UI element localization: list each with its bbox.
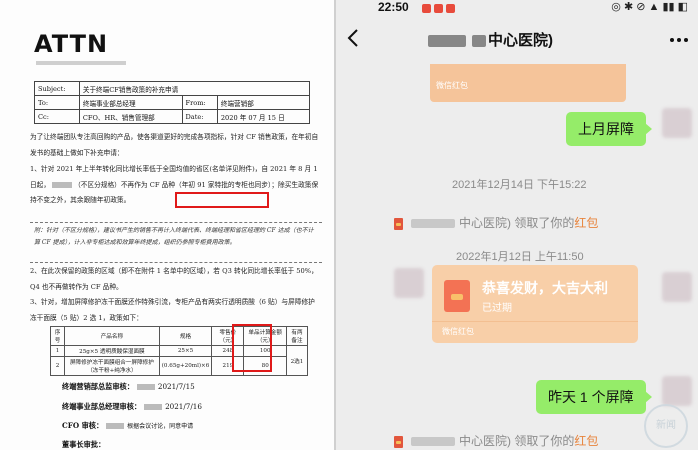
system-status-icons: ◎ ✱ ⊘ ▲ ▮▮ ◧ [611,1,688,13]
item2-paragraph: 2、在此次保留的政策的区域（即不在附件 1 名单中的区域），若 Q3 转化同比增… [30,267,318,291]
redacted-name [428,35,466,48]
red-packet-icon [394,435,403,448]
sent-message-bubble[interactable]: 昨天 1 个屏障 [536,380,652,414]
redacted-signature [136,384,155,390]
chat-title-text: 中心医院) [488,32,553,49]
system-message-redpacket-received: 中心医院) 领取了你的红包 [394,214,598,231]
red-packet-footer-label: 微信红包 [436,81,468,90]
logo-subtitle-redacted [36,61,126,65]
status-time: 22:50 [378,0,409,14]
table-cell: 25×5 [158,345,213,357]
to-label: To: [34,95,80,110]
sign-chairman: 董事长审批： [62,440,105,450]
cc-value: CFO、HR、销售管理部 [78,109,183,124]
contact-avatar[interactable] [394,268,424,298]
sign2-date: 2021/7/16 [165,402,202,411]
sign-cfo: CFO 审核： 根据会议讨论，同意申请 [62,421,193,431]
memo-header-table: Subject: 关于终端CF销售政策的补充申请 To: 终端事业部总经理 Fr… [34,81,311,124]
table-cell: 1 [49,345,66,357]
sys2-text: 中心医院) 领取了你的 [459,434,575,448]
company-logo: ATTN [34,30,109,58]
red-packet-card[interactable]: 恭喜发财，大吉大利 已过期 微信红包 [432,265,638,343]
my-avatar[interactable] [662,108,692,138]
sys2-redpacket-link[interactable]: 红包 [574,434,598,448]
chat-title: 中心医院) [428,29,553,50]
my-avatar[interactable] [662,272,692,302]
sign1-label: 终端营销部总监审核： [62,382,134,391]
timestamp: 2021年12月14日 下午15:22 [452,179,587,191]
table-cell: 25g×5 透明质酸保湿面膜 [64,345,160,357]
table-cell: 2 [49,356,66,376]
to-value: 终端事业部总经理 [78,95,183,110]
timestamp: 2022年1月12日 上午11:50 [456,251,584,263]
my-avatar[interactable] [662,376,692,406]
highlight-box-policy [175,192,269,208]
app-notify-icon [434,4,443,13]
redacted-name [411,219,455,229]
col-index: 序号 [49,326,66,346]
date-value: 2020 年 07 月 15 日 [216,109,311,124]
redacted-name [411,437,455,447]
table-cell: 2选1 [285,345,309,376]
col-remark: 有两备注 [285,326,309,346]
redacted-product [52,181,73,188]
subject-label: Subject: [34,81,80,96]
system-message-redpacket-received: 中心医院) 领取了你的红包 [394,432,598,449]
sign-division-gm: 终端事业部总经理审核： 2021/7/16 [62,402,202,412]
date-label: Date: [181,109,218,124]
table-cell: (0.65g+20ml)×6 [158,356,213,376]
sign2-label: 终端事业部总经理审核： [62,402,142,411]
cc-label: Cc: [34,109,80,124]
chat-nav-bar: 中心医院) [336,16,698,64]
subject-value: 关于终端CF销售政策的补充申请 [78,81,311,96]
redacted-signature [106,423,125,429]
col-product: 产品名称 [64,326,160,346]
status-bar: 22:50 ◎ ✱ ⊘ ▲ ▮▮ ◧ [336,0,698,16]
news-watermark-logo: 新闻 [644,404,688,448]
scanned-document: ATTN Subject: 关于终端CF销售政策的补充申请 To: 终端事业部总… [0,0,334,450]
notification-icons [422,2,458,16]
red-envelope-icon [444,280,470,312]
col-spec: 规格 [158,326,213,346]
more-options-icon[interactable] [668,30,690,50]
highlight-box-amount [232,324,272,372]
redacted-name [472,35,486,48]
red-packet-message: 恭喜发财，大吉大利 [482,280,608,296]
chat-screen: 22:50 ◎ ✱ ⊘ ▲ ▮▮ ◧ 中心医院) 微信红包 上月屏障 2021年… [336,0,698,450]
item1-end: ，其余跟随年初政策。 [63,196,131,204]
sys1-redpacket-link[interactable]: 红包 [574,216,598,230]
from-value: 终端营销部 [216,95,311,110]
red-packet-footer-label: 微信红包 [442,327,474,336]
item3-paragraph: 3、针对，增加屏障修护冻干面膜还作特殊引流，专柜产品有两实行透明质酸（6 贴）与… [30,298,315,322]
sent-message-bubble[interactable]: 上月屏障 [566,112,652,146]
sys1-text: 中心医院) 领取了你的 [459,216,575,230]
back-arrow-icon[interactable] [342,26,366,50]
red-packet-footer: 微信红包 [432,321,638,343]
sign1-date: 2021/7/15 [157,382,195,391]
red-packet-status: 已过期 [482,303,512,314]
app-notify-icon [422,4,431,13]
note-paragraph: 附：针对（不区分规格），建议书产生的销售不再计入终端代表、终端经理和省区经理的 … [34,227,314,246]
intro-paragraph: 为了让终端团队专注高回购的产品，使各渠道更好的完成各项指标，针对 CF 销售政策… [30,133,319,157]
app-notify-icon [446,4,455,13]
table-cell: 屏障修护冻干面膜组合一屏障修护（冻干粉+纯净水） [64,356,160,376]
sign-marketing-director: 终端营销部总监审核： 2021/7/15 [62,382,195,392]
redacted-signature [144,404,163,410]
sign4-label: 董事长审批： [62,440,106,449]
note-bottom-rule [30,262,322,263]
sign3-label: CFO 审核： [62,421,104,430]
red-packet-icon [394,217,403,230]
note-top-rule [30,222,322,223]
sign3-note: 根据会议讨论，同意申请 [127,423,194,430]
from-label: From: [181,95,218,110]
item1-tag: （不区分规格）不再作为 CF 品种（年初 91 家特批的专柜也同步）； [74,180,279,189]
